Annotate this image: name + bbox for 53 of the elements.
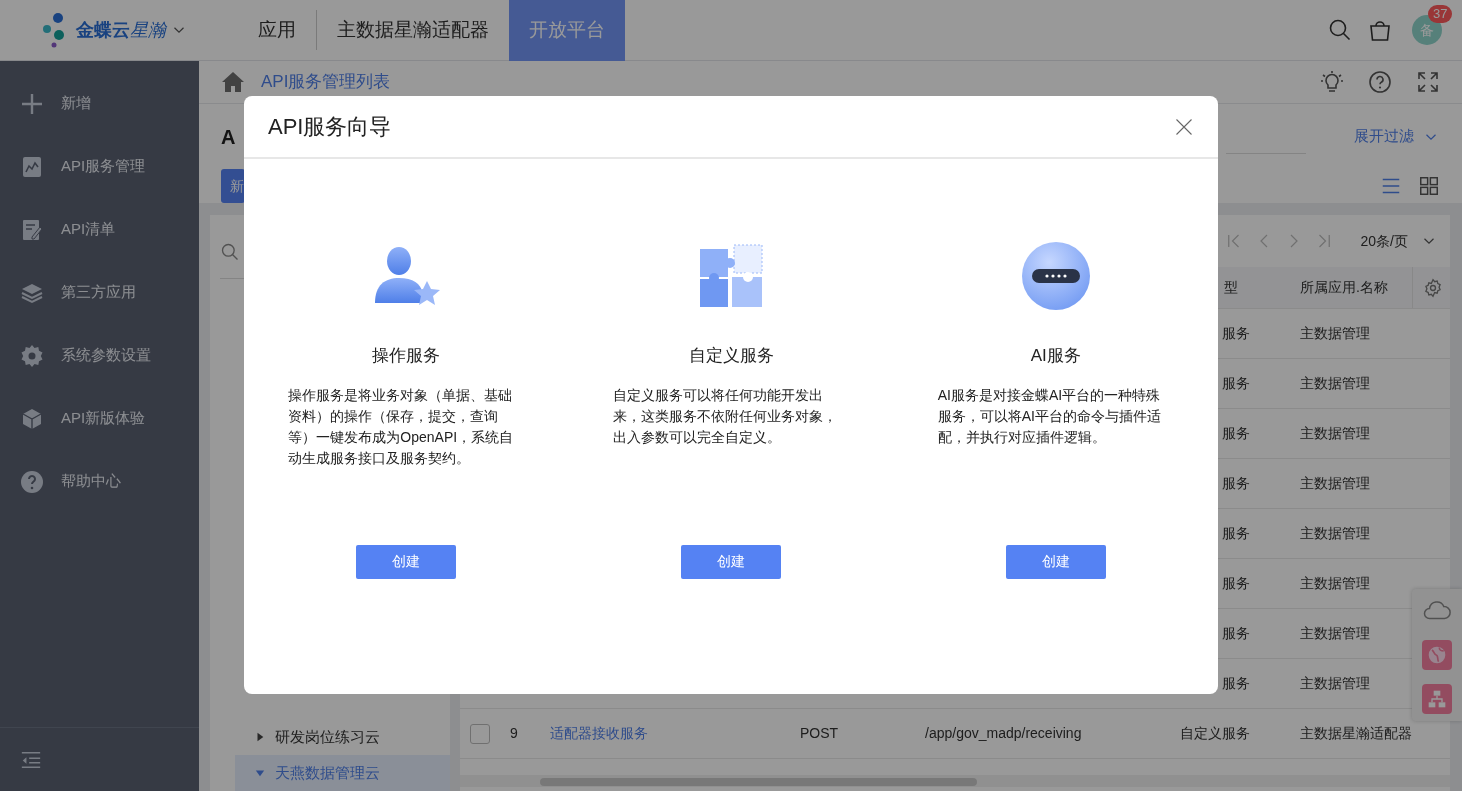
service-title: AI服务 <box>1030 345 1081 367</box>
new-button[interactable]: 新 <box>221 169 245 203</box>
table-cell: 服务 <box>1222 324 1250 341</box>
service-description: 操作服务是将业务对象（单据、基础资料）的操作（保存，提交，查询等）一键发布成为OpenAPI，系统自动生成服务接口及服务契约。 <box>288 385 515 468</box>
notification-badge: 37 <box>1428 5 1453 23</box>
page-size-select[interactable]: 20条/页 <box>1360 230 1408 252</box>
table-cell: 服务 <box>1222 574 1250 591</box>
table-cell: 服务 <box>1222 474 1250 491</box>
tree-item[interactable]: 研发岗位练习云 <box>235 719 450 755</box>
sidebar-item[interactable]: API清单 <box>0 198 199 261</box>
table-cell: 主数据管理 <box>1300 674 1370 691</box>
sidebar-item[interactable]: API新版体验 <box>0 387 199 450</box>
column-header: 型 <box>1224 278 1238 295</box>
service-description: AI服务是对接金蝶AI平台的一种特殊服务，可以将AI平台的命令与插件适配，并执行对应插件逻辑。 <box>937 385 1162 447</box>
breadcrumb-link[interactable]: API服务管理列表 <box>261 69 391 95</box>
table-cell: 主数据星瀚适配器 <box>1300 724 1412 741</box>
table-cell: POST <box>800 724 839 741</box>
sidebar-item[interactable]: 帮助中心 <box>0 450 199 513</box>
table-cell: 主数据管理 <box>1300 624 1370 641</box>
logo-text[interactable]: 金蝶云星瀚 <box>76 16 166 44</box>
service-title: 操作服务 <box>372 345 441 367</box>
table-cell: 服务 <box>1222 524 1250 541</box>
nav-tab[interactable]: 主数据星瀚适配器 <box>317 0 509 61</box>
expand-filter-link[interactable]: 展开过滤 <box>1354 125 1414 148</box>
create-button[interactable]: 创建 <box>356 544 457 579</box>
sidebar-item[interactable]: API服务管理 <box>0 135 199 198</box>
dialog-title: API服务向导 <box>268 113 392 141</box>
table-cell: 主数据管理 <box>1300 524 1370 541</box>
column-header: 所属应用.名称 <box>1300 278 1388 295</box>
table-cell: 主数据管理 <box>1300 374 1370 391</box>
service-description: 自定义服务可以将任何功能开发出来，这类服务不依附任何业务对象，出入参数可以完全自定义。 <box>613 385 838 447</box>
table-cell: 主数据管理 <box>1300 324 1370 341</box>
table-cell: 服务 <box>1222 424 1250 441</box>
nav-tab[interactable]: 应用 <box>238 0 316 61</box>
create-button[interactable]: 创建 <box>681 544 781 579</box>
table-cell: 自定义服务 <box>1180 724 1250 741</box>
page-title: A <box>221 124 236 150</box>
table-cell: 主数据管理 <box>1300 574 1370 591</box>
sidebar-item[interactable]: 新增 <box>0 72 199 135</box>
service-name-link[interactable]: 适配器接收服务 <box>550 724 648 741</box>
row-number: 9 <box>510 724 518 741</box>
table-cell: 主数据管理 <box>1300 424 1370 441</box>
table-cell: 服务 <box>1222 624 1250 641</box>
table-cell: 服务 <box>1222 374 1250 391</box>
tree-item[interactable]: 天燕数据管理云 <box>235 755 450 791</box>
table-cell: 服务 <box>1222 674 1250 691</box>
table-cell: /app/gov_madp/receiving <box>925 724 1082 741</box>
service-title: 自定义服务 <box>688 345 774 367</box>
create-button[interactable]: 创建 <box>1005 544 1106 579</box>
sidebar-item[interactable]: 系统参数设置 <box>0 324 199 387</box>
table-cell: 主数据管理 <box>1300 474 1370 491</box>
sidebar-item[interactable]: 第三方应用 <box>0 261 199 324</box>
nav-tab[interactable]: 开放平台 <box>509 0 625 61</box>
